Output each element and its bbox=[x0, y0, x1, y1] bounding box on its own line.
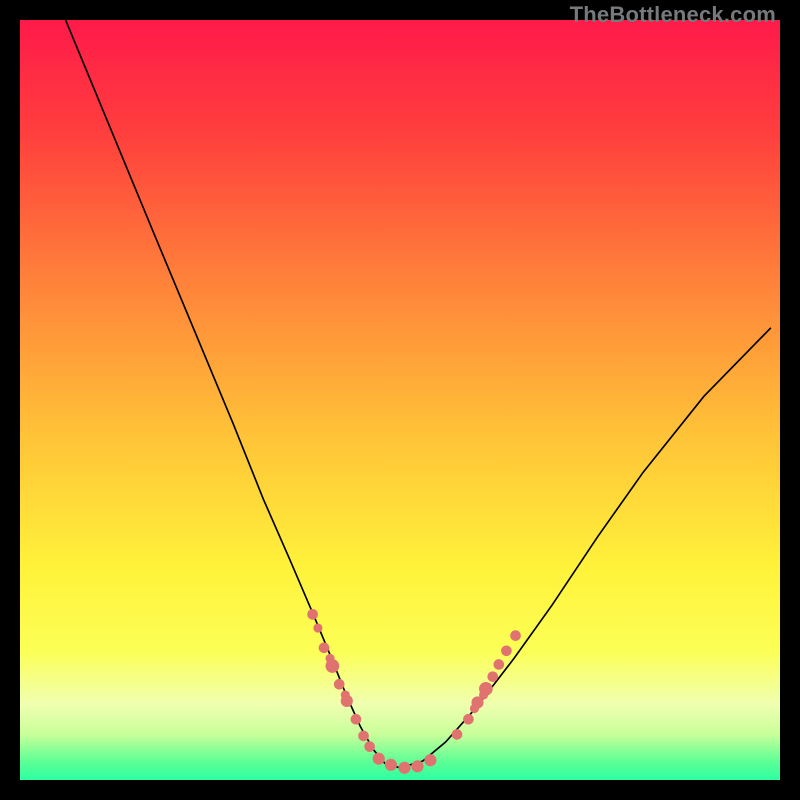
data-point bbox=[326, 654, 335, 663]
data-point bbox=[385, 759, 397, 771]
data-point bbox=[334, 679, 345, 690]
plot-area bbox=[20, 20, 780, 780]
data-point bbox=[424, 754, 436, 766]
data-point bbox=[364, 741, 375, 752]
data-point bbox=[373, 753, 385, 765]
data-point bbox=[501, 645, 512, 656]
data-point bbox=[411, 760, 423, 772]
data-point bbox=[463, 714, 474, 725]
chart-svg bbox=[20, 20, 780, 780]
data-point bbox=[319, 642, 330, 653]
scatter-dots bbox=[307, 609, 521, 774]
data-point bbox=[493, 659, 504, 670]
data-point bbox=[452, 729, 463, 740]
data-point bbox=[307, 609, 318, 620]
data-point bbox=[341, 690, 350, 699]
chart-frame: TheBottleneck.com bbox=[0, 0, 800, 800]
watermark-text: TheBottleneck.com bbox=[570, 2, 776, 28]
data-point bbox=[351, 714, 362, 725]
data-point bbox=[398, 762, 410, 774]
data-point bbox=[358, 731, 369, 742]
data-point bbox=[487, 671, 498, 682]
data-point bbox=[470, 704, 479, 713]
data-point bbox=[510, 630, 521, 641]
data-point bbox=[479, 690, 488, 699]
data-point bbox=[313, 623, 322, 632]
bottleneck-curve bbox=[66, 20, 771, 768]
